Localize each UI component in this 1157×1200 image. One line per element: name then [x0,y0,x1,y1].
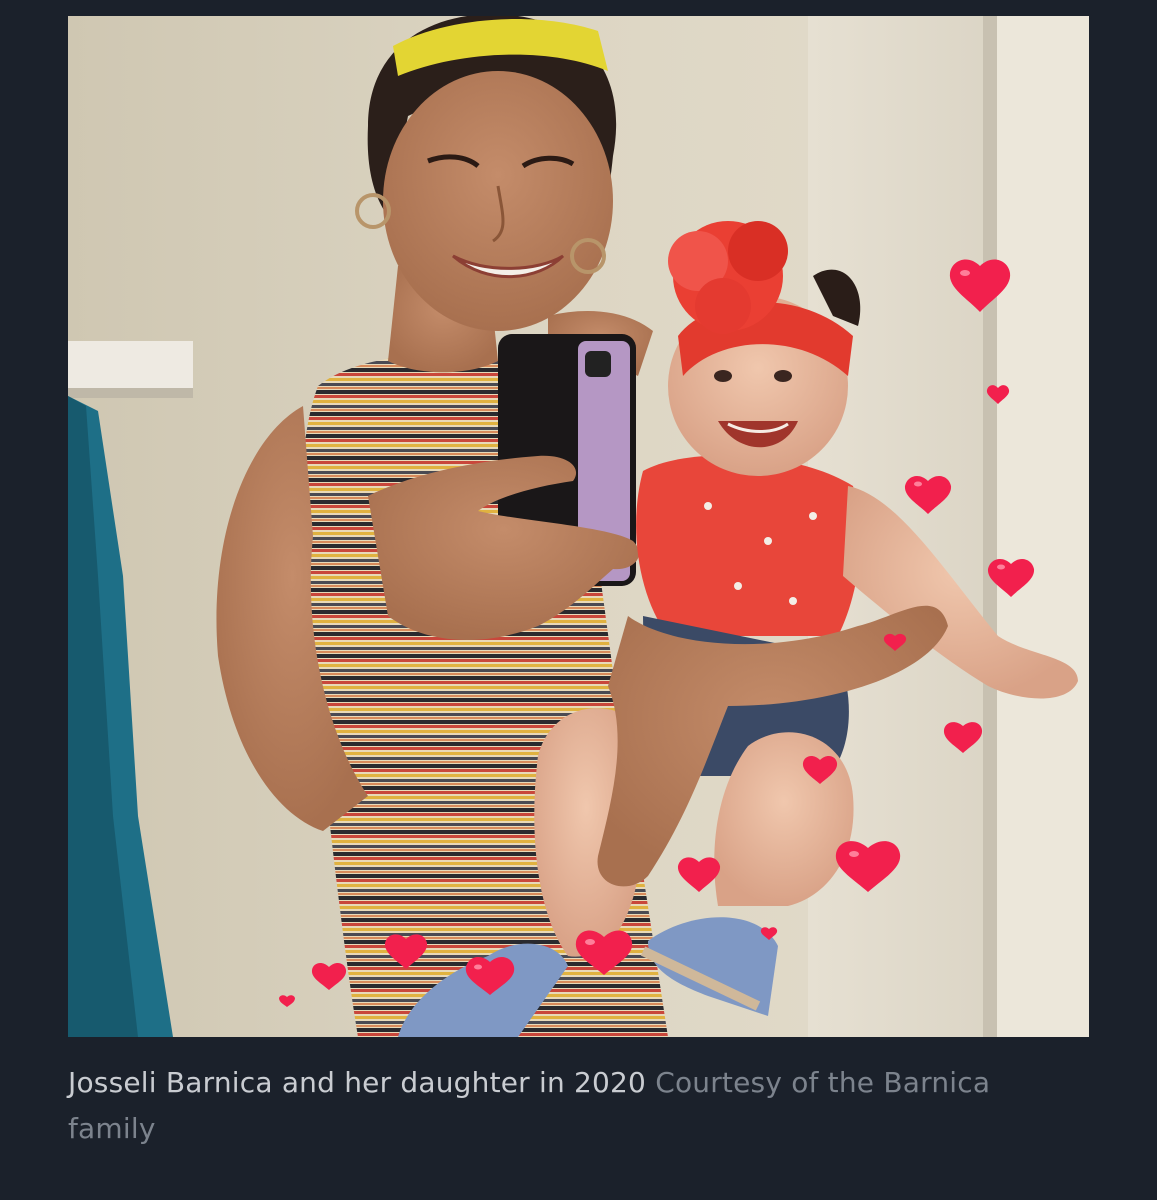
caption-text: Josseli Barnica and her daughter in 2020 [68,1066,647,1099]
photo-caption: Josseli Barnica and her daughter in 2020… [68,1060,1068,1152]
photo-illustration [68,16,1089,1037]
article-figure: Josseli Barnica and her daughter in 2020… [0,0,1157,1200]
family-photo [68,16,1089,1037]
